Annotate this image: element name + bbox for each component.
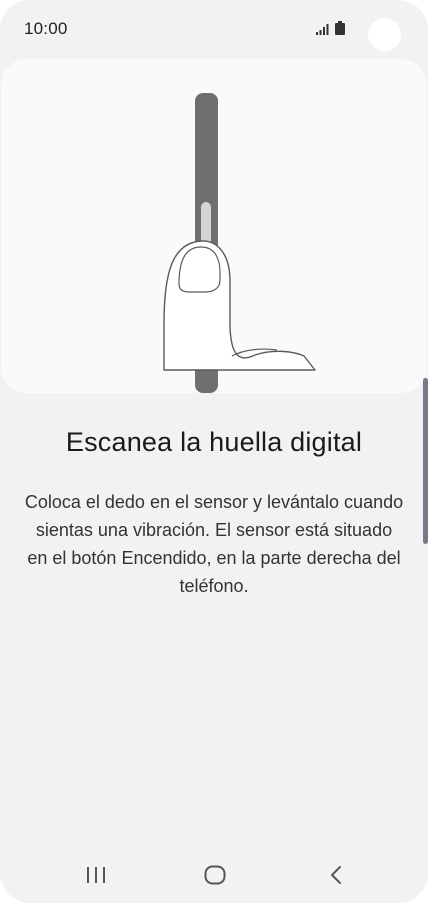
- instruction-text: Coloca el dedo en el sensor y levántalo …: [24, 492, 404, 596]
- phone-screen: 10:00 Escanea la huella digital Coloca e…: [0, 0, 428, 903]
- scroll-indicator[interactable]: [423, 378, 428, 544]
- page-title: Escanea la huella digital: [65, 427, 363, 457]
- status-time: 10:00: [24, 19, 68, 38]
- status-bar: 10:00: [0, 0, 428, 56]
- recent-apps-button[interactable]: [66, 850, 126, 900]
- recent-apps-icon: [87, 867, 105, 883]
- back-icon: [331, 866, 341, 884]
- finger-on-side-power-button-icon: [163, 93, 316, 393]
- illustration-card: [1, 59, 427, 393]
- front-camera-cutout: [368, 18, 401, 51]
- signal-icon: [316, 24, 329, 35]
- navigation-bar: [0, 850, 428, 900]
- battery-icon: [335, 21, 345, 35]
- home-icon: [204, 865, 226, 885]
- home-button[interactable]: [185, 850, 245, 900]
- back-button[interactable]: [306, 850, 366, 900]
